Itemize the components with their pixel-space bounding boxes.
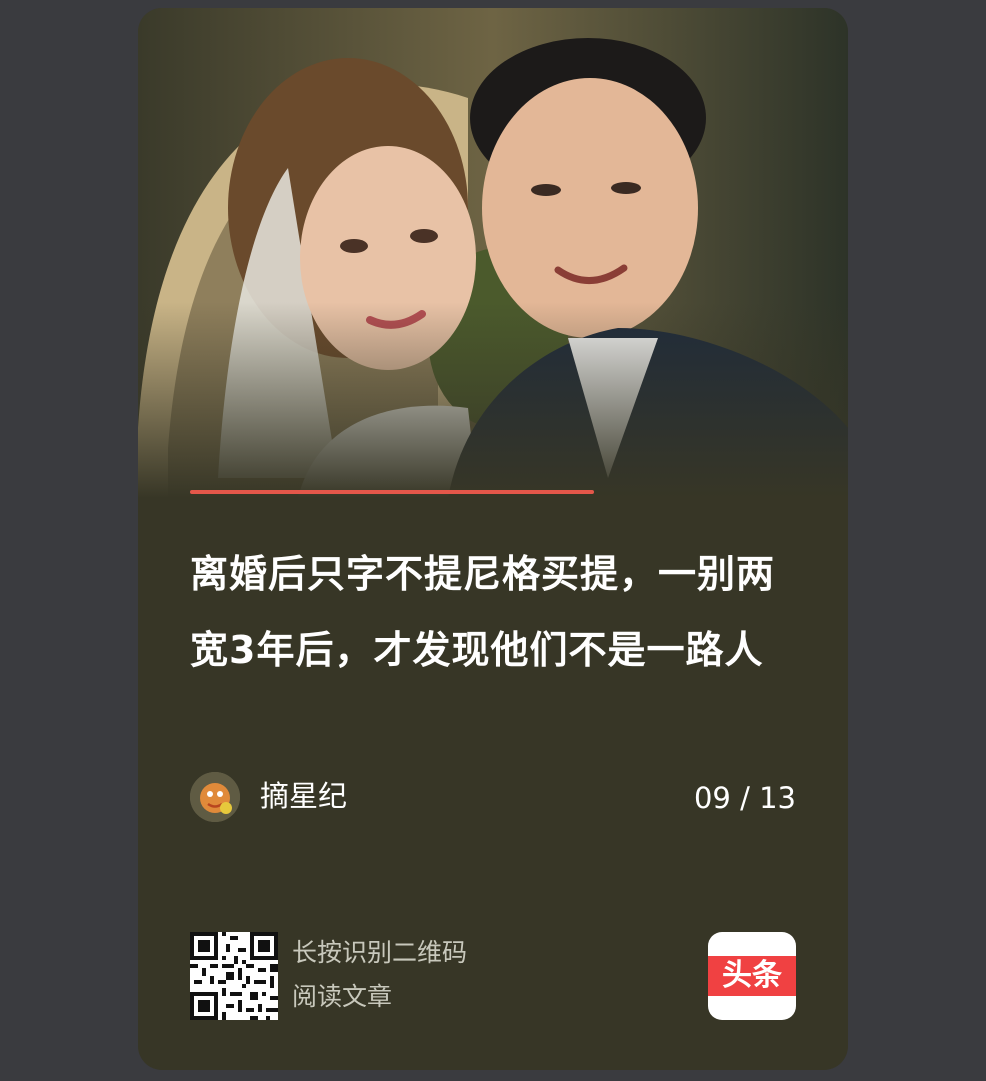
article-title[interactable]: 离婚后只字不提尼格买提，一别两宽3年后，才发现他们不是一路人 — [190, 536, 800, 688]
qr-instruction: 长按识别二维码 — [292, 938, 468, 967]
logo-text: 头条 — [708, 956, 796, 996]
page-indicator: 09 / 13 — [693, 781, 796, 815]
author-name[interactable]: 摘星纪 — [260, 776, 347, 816]
hero-photo — [138, 8, 848, 498]
article-share-card: 离婚后只字不提尼格买提，一别两宽3年后，才发现他们不是一路人 摘星纪 09 / … — [138, 8, 848, 1070]
qr-code-icon[interactable] — [190, 932, 278, 1020]
accent-divider — [190, 490, 594, 494]
author-avatar[interactable] — [190, 772, 240, 822]
qr-instruction-sub: 阅读文章 — [292, 982, 393, 1011]
toutiao-logo-icon[interactable]: 头条 — [708, 932, 796, 1020]
